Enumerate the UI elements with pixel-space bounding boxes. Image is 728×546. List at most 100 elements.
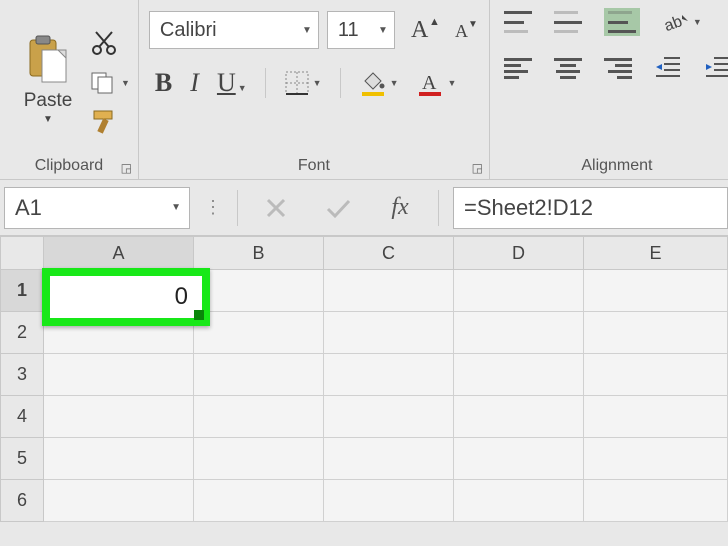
paste-button[interactable]: Paste ▼ [24, 34, 73, 125]
paste-dropdown[interactable]: ▼ [43, 114, 53, 125]
cell-c2[interactable] [324, 312, 454, 354]
font-group: Calibri ▼ 11 ▼ A ▲ A [139, 0, 490, 179]
column-headers: A B C D E [0, 236, 728, 270]
clipboard-launcher-icon[interactable]: ◲ [121, 161, 132, 175]
cell-e1[interactable] [584, 270, 728, 312]
column-header-e[interactable]: E [584, 236, 728, 270]
italic-button[interactable]: I [190, 68, 199, 98]
decrease-font-button[interactable]: A ▼ [451, 13, 479, 48]
cell-c4[interactable] [324, 396, 454, 438]
separator [340, 68, 341, 98]
align-bottom-button[interactable] [608, 11, 636, 33]
fill-handle[interactable] [194, 310, 204, 320]
cell-e3[interactable] [584, 354, 728, 396]
formula-bar-options-icon[interactable]: ⋮ [204, 197, 223, 218]
active-cell-highlight[interactable]: 0 [42, 268, 210, 326]
insert-function-button[interactable]: fx [376, 194, 424, 221]
svg-text:ab: ab [662, 13, 685, 35]
name-box-value: A1 [15, 195, 42, 221]
chevron-down-icon: ▼ [447, 78, 456, 88]
chevron-down-icon: ▼ [378, 25, 388, 36]
cell-b6[interactable] [194, 480, 324, 522]
align-middle-button[interactable] [554, 11, 582, 33]
cell-c5[interactable] [324, 438, 454, 480]
borders-button[interactable]: ▼ [284, 70, 322, 96]
decrease-indent-button[interactable] [654, 54, 682, 83]
cell-e4[interactable] [584, 396, 728, 438]
enter-formula-button[interactable] [314, 197, 362, 219]
separator [237, 190, 238, 226]
column-header-b[interactable]: B [194, 236, 324, 270]
cell-b3[interactable] [194, 354, 324, 396]
cell-e6[interactable] [584, 480, 728, 522]
svg-text:▲: ▲ [429, 16, 439, 28]
cut-button[interactable] [90, 29, 130, 57]
column-header-a[interactable]: A [44, 236, 194, 270]
cell-b5[interactable] [194, 438, 324, 480]
separator [438, 190, 439, 226]
svg-text:A: A [455, 21, 468, 41]
svg-text:▼: ▼ [468, 19, 478, 30]
orientation-button[interactable]: ab ▼ [662, 9, 702, 35]
bucket-icon [359, 69, 387, 97]
align-right-button[interactable] [604, 58, 632, 80]
font-color-button[interactable]: A ▼ [416, 69, 456, 97]
borders-icon [284, 70, 310, 96]
cell-e5[interactable] [584, 438, 728, 480]
row-header-6[interactable]: 6 [0, 480, 44, 522]
cell-d3[interactable] [454, 354, 584, 396]
row-header-2[interactable]: 2 [0, 312, 44, 354]
cell-b4[interactable] [194, 396, 324, 438]
format-painter-button[interactable] [90, 109, 130, 135]
paste-icon [26, 34, 70, 86]
row-header-4[interactable]: 4 [0, 396, 44, 438]
paste-label: Paste [24, 90, 73, 112]
ribbon: Paste ▼ [0, 0, 728, 180]
cell-a4[interactable] [44, 396, 194, 438]
font-group-label: Font [298, 157, 330, 175]
cell-a5[interactable] [44, 438, 194, 480]
cancel-formula-button[interactable] [252, 197, 300, 219]
cell-b1[interactable] [194, 270, 324, 312]
font-name-combo[interactable]: Calibri ▼ [149, 11, 319, 49]
increase-indent-icon [704, 54, 728, 78]
column-header-d[interactable]: D [454, 236, 584, 270]
font-launcher-icon[interactable]: ◲ [472, 161, 483, 175]
bold-button[interactable]: B [155, 68, 172, 98]
underline-button[interactable]: U ▼ [217, 68, 247, 98]
cell-d4[interactable] [454, 396, 584, 438]
row-header-3[interactable]: 3 [0, 354, 44, 396]
cell-a3[interactable] [44, 354, 194, 396]
formula-input[interactable]: =Sheet2!D12 [453, 187, 728, 229]
decrease-font-icon: A ▼ [451, 13, 479, 43]
cell-c6[interactable] [324, 480, 454, 522]
cell-d6[interactable] [454, 480, 584, 522]
increase-font-button[interactable]: A ▲ [409, 13, 439, 48]
underline-label: U [217, 68, 236, 98]
row-header-1[interactable]: 1 [0, 270, 44, 312]
row-header-5[interactable]: 5 [0, 438, 44, 480]
cell-d2[interactable] [454, 312, 584, 354]
column-header-c[interactable]: C [324, 236, 454, 270]
cell-a6[interactable] [44, 480, 194, 522]
cell-d1[interactable] [454, 270, 584, 312]
cell-c3[interactable] [324, 354, 454, 396]
chevron-down-icon: ▼ [693, 17, 702, 27]
align-left-button[interactable] [504, 58, 532, 80]
name-box[interactable]: A1 ▼ [4, 187, 190, 229]
increase-indent-button[interactable] [704, 54, 728, 83]
spreadsheet-grid: A B C D E 1 2 3 [0, 236, 728, 522]
chevron-down-icon: ▼ [238, 83, 247, 93]
cell-e2[interactable] [584, 312, 728, 354]
select-all-corner[interactable] [0, 236, 44, 270]
cell-b2[interactable] [194, 312, 324, 354]
align-center-button[interactable] [554, 58, 582, 80]
font-size-combo[interactable]: 11 ▼ [327, 11, 395, 49]
align-top-button[interactable] [504, 11, 532, 33]
fill-color-button[interactable]: ▼ [359, 69, 399, 97]
cell-c1[interactable] [324, 270, 454, 312]
cell-d5[interactable] [454, 438, 584, 480]
scissors-icon [90, 29, 118, 57]
copy-button[interactable]: ▼ [90, 71, 130, 95]
copy-icon [90, 71, 118, 95]
